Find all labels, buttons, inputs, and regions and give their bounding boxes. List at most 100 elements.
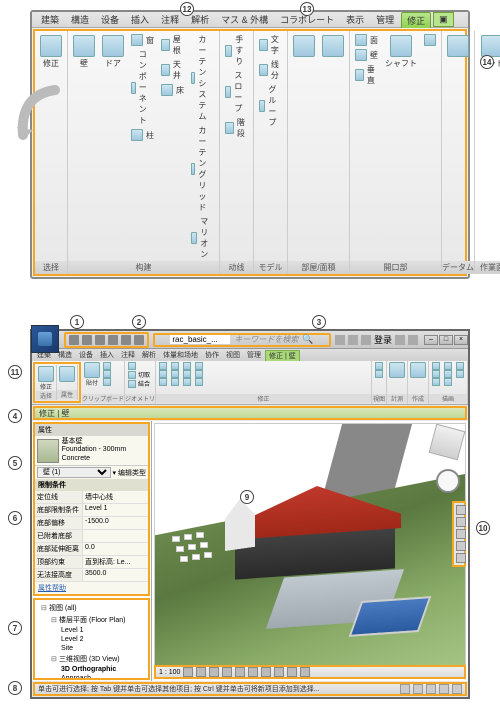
topconstraint-value[interactable]: 直到标高: Le... [83, 556, 148, 568]
window-button[interactable]: 窗 [129, 33, 156, 47]
paste-button[interactable]: 貼付 [84, 362, 100, 394]
draw-line-button[interactable] [431, 362, 441, 370]
delete-button[interactable] [194, 378, 204, 386]
nav-lookat-icon[interactable] [456, 553, 466, 563]
draw-circle-button[interactable] [443, 362, 453, 370]
qat-undo-icon[interactable] [95, 335, 105, 345]
pin-button[interactable] [194, 370, 204, 378]
mtab-sys[interactable]: 设备 [76, 350, 96, 360]
wall-opening-button[interactable]: 壁 [353, 48, 380, 62]
ramp-button[interactable]: スロープ [223, 69, 250, 115]
tree-root[interactable]: ⊟视图 (all) [37, 602, 146, 614]
baseconstraint-value[interactable]: Level 1 [83, 504, 148, 516]
roof-button[interactable]: 屋根 [159, 33, 186, 57]
options-bar[interactable]: 修正 | 壁 [33, 406, 467, 420]
user-icon[interactable] [361, 335, 371, 345]
tree-3dviews[interactable]: ⊟三维视图 (3D View) [37, 653, 146, 665]
view-btn2[interactable] [374, 370, 384, 378]
railing-button[interactable]: 手すり [223, 33, 250, 68]
area-button[interactable] [320, 33, 346, 59]
select-pins-icon[interactable] [439, 684, 449, 694]
mtab-modify-wall[interactable]: 修正 | 壁 [265, 350, 300, 361]
column-button[interactable]: 柱 [129, 128, 156, 142]
draw-poly-button[interactable] [443, 370, 453, 378]
draw-ellipse-button[interactable] [455, 362, 465, 370]
mr-modify-button[interactable]: 修正 [38, 366, 54, 391]
wall-button[interactable]: 壁 [71, 33, 97, 71]
mirror-button[interactable] [158, 378, 168, 386]
tree-floorplans[interactable]: ⊟楼层平面 (Floor Plan) [37, 614, 146, 626]
tab-struct[interactable]: 構造 [66, 12, 94, 27]
edit-type-button[interactable]: ▾ 编辑类型 [113, 468, 146, 478]
stair-button[interactable]: 階段 [223, 116, 250, 140]
nav-pan-icon[interactable] [456, 517, 466, 527]
crop-region-icon[interactable] [261, 667, 271, 677]
drawing-area[interactable]: 1 : 100 [152, 421, 468, 681]
draw-rect-button[interactable] [431, 370, 441, 378]
mr-props-button[interactable] [59, 366, 75, 390]
match-button[interactable] [102, 378, 112, 386]
tab-arch[interactable]: 建築 [36, 12, 64, 27]
nav-orbit-icon[interactable] [456, 541, 466, 551]
select-links-icon[interactable] [426, 684, 436, 694]
locline-value[interactable]: 墙中心线 [83, 491, 148, 503]
floor-button[interactable]: 床 [159, 83, 186, 97]
door-button[interactable]: ドア [100, 33, 126, 71]
mtab-mass[interactable]: 体量和场地 [160, 350, 201, 360]
3d-viewport[interactable] [154, 423, 466, 679]
nav-zoom-icon[interactable] [456, 529, 466, 539]
properties-help-link[interactable]: 属性帮助 [35, 582, 148, 594]
curtain-grid-button[interactable]: カーテン グリッド [189, 124, 216, 214]
tab-manage[interactable]: 管理 [371, 12, 399, 27]
draw-pick-button[interactable] [455, 370, 465, 378]
mtab-manage[interactable]: 管理 [244, 350, 264, 360]
detail-level-icon[interactable] [183, 667, 193, 677]
model-group-button[interactable]: グループ [257, 83, 284, 129]
tree-level2[interactable]: Level 2 [37, 635, 146, 644]
tree-site[interactable]: Site [37, 644, 146, 653]
mtab-insert[interactable]: 插入 [97, 350, 117, 360]
tab-modify[interactable]: 修正 [401, 12, 431, 28]
mullion-button[interactable]: マリオン [189, 215, 216, 261]
filter-icon[interactable] [452, 684, 462, 694]
qat-save-icon[interactable] [82, 335, 92, 345]
baseoffset-value[interactable]: -1500.0 [83, 517, 148, 529]
visual-style-icon[interactable] [196, 667, 206, 677]
copy-button[interactable] [102, 370, 112, 378]
compass-icon[interactable] [436, 469, 460, 493]
shadows-icon[interactable] [222, 667, 232, 677]
baseext-value[interactable]: 0.0 [83, 543, 148, 555]
draw-spline-button[interactable] [443, 378, 453, 386]
model-line-button[interactable]: 线分 [257, 58, 284, 82]
modify-button[interactable]: 修正 [38, 33, 64, 71]
render-icon[interactable] [235, 667, 245, 677]
tree-level1[interactable]: Level 1 [37, 626, 146, 635]
measure-button[interactable] [389, 362, 405, 394]
minimize-button[interactable]: – [424, 335, 438, 345]
sun-path-icon[interactable] [209, 667, 219, 677]
baseattach-value[interactable] [83, 530, 148, 542]
copy2-button[interactable] [170, 370, 180, 378]
create-button[interactable] [410, 362, 426, 394]
model-text-button[interactable]: 文字 [257, 33, 284, 57]
temp-hide-icon[interactable] [287, 667, 297, 677]
mtab-analyze[interactable]: 解析 [139, 350, 159, 360]
mtab-view[interactable]: 视图 [223, 350, 243, 360]
mtab-collab[interactable]: 协作 [202, 350, 222, 360]
qat-print-icon[interactable] [121, 335, 131, 345]
cut-button[interactable] [102, 362, 112, 370]
workset-icon[interactable] [400, 684, 410, 694]
star-icon[interactable] [348, 335, 358, 345]
tab-extra[interactable]: ▣ [433, 12, 454, 27]
array-button[interactable] [182, 378, 192, 386]
help-icon[interactable] [408, 335, 418, 345]
align-button[interactable] [158, 362, 168, 370]
rotate-button[interactable] [170, 378, 180, 386]
trim-button[interactable] [182, 362, 192, 370]
filename-field[interactable] [170, 335, 230, 344]
nav-wheel-icon[interactable] [456, 505, 466, 515]
reveal-icon[interactable] [300, 667, 310, 677]
maximize-button[interactable]: □ [439, 335, 453, 345]
datum-button[interactable] [445, 33, 471, 59]
component-button[interactable]: コンポーネント [129, 48, 156, 127]
